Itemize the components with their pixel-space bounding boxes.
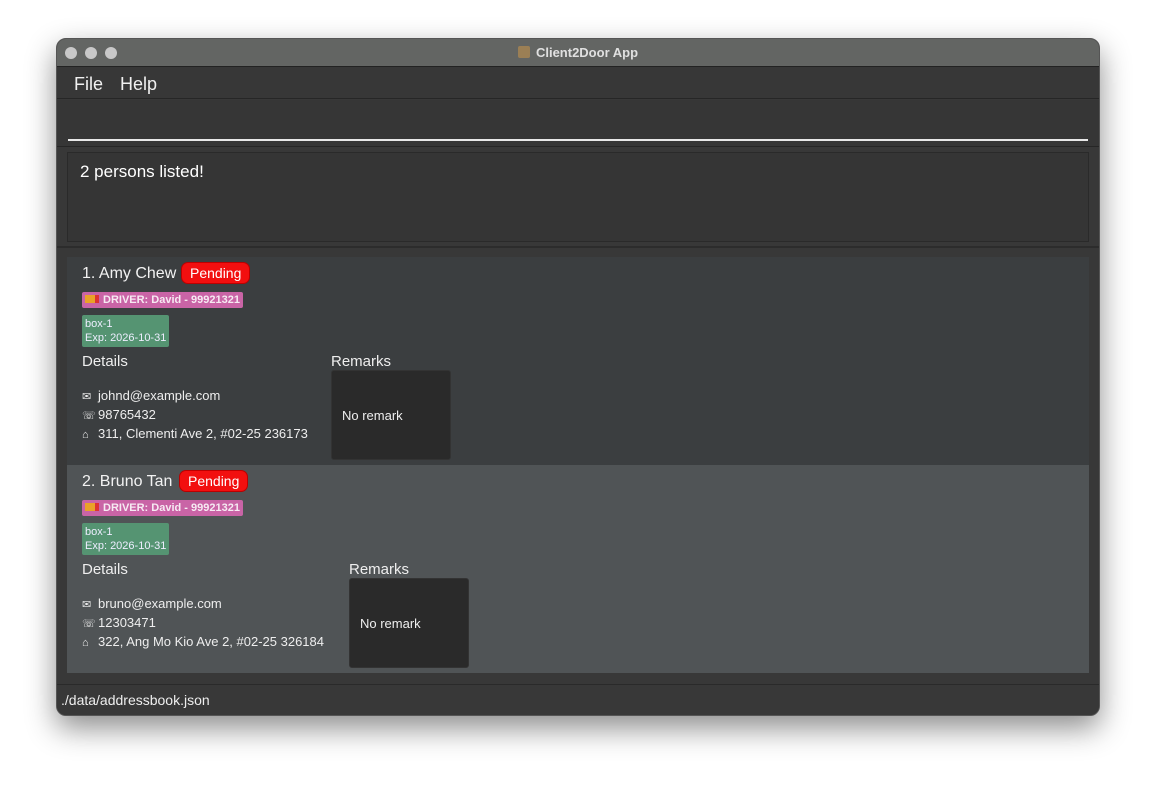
window-title-text: Client2Door App	[535, 45, 639, 60]
command-box[interactable]	[57, 100, 1099, 147]
email-icon: ✉	[82, 391, 92, 403]
remark-box: No remark	[349, 578, 469, 668]
driver-tag: DRIVER: David - 99921321	[82, 292, 243, 308]
address: 311, Clementi Ave 2, #02-25 236173	[98, 426, 308, 441]
save-file-path: ./data/addressbook.json	[61, 692, 210, 708]
home-icon: ⌂	[82, 429, 89, 441]
menu-bar: File Help	[57, 67, 1099, 99]
command-input-underline	[68, 139, 1088, 141]
box-name: box-1	[85, 318, 113, 330]
title-bar: Client2Door App	[57, 39, 1099, 67]
remark-box: No remark	[331, 370, 451, 460]
truck-icon	[85, 503, 99, 511]
result-text: 2 persons listed!	[80, 162, 204, 181]
person-list[interactable]: 1. Amy Chew Pending DRIVER: David - 9992…	[67, 257, 1089, 685]
remarks-label: Remarks	[331, 353, 392, 370]
box-expiry: Exp: 2026-10-31	[85, 540, 167, 552]
status-bar: ./data/addressbook.json	[57, 684, 1099, 715]
person-name: 1. Amy Chew	[82, 265, 177, 282]
person-name: 2. Bruno Tan	[82, 473, 173, 490]
box-name: box-1	[85, 526, 113, 538]
status-badge: Pending	[181, 262, 251, 284]
phone-icon: ☏	[82, 410, 96, 422]
details-label: Details	[82, 561, 128, 578]
email: johnd@example.com	[98, 388, 221, 403]
driver-text: DRIVER: David - 99921321	[103, 294, 240, 306]
menu-file[interactable]: File	[74, 74, 103, 95]
window-title: Client2Door App	[57, 45, 1099, 60]
status-badge: Pending	[179, 470, 249, 492]
person-card[interactable]: 1. Amy Chew Pending DRIVER: David - 9992…	[67, 257, 1089, 465]
menu-help[interactable]: Help	[120, 74, 157, 95]
address: 322, Ang Mo Kio Ave 2, #02-25 326184	[98, 634, 324, 649]
phone: 12303471	[98, 615, 156, 630]
result-display: 2 persons listed!	[67, 152, 1089, 242]
driver-text: DRIVER: David - 99921321	[103, 502, 240, 514]
app-window: Client2Door App File Help 2 persons list…	[56, 38, 1100, 716]
remark-text: No remark	[342, 408, 403, 423]
remark-text: No remark	[360, 616, 421, 631]
person-card[interactable]: 2. Bruno Tan Pending DRIVER: David - 999…	[67, 465, 1089, 673]
box-tag: box-1 Exp: 2026-10-31	[82, 523, 170, 555]
truck-icon	[85, 295, 99, 303]
remarks-label: Remarks	[349, 561, 410, 578]
email-icon: ✉	[82, 599, 92, 611]
box-expiry: Exp: 2026-10-31	[85, 332, 167, 344]
details-label: Details	[82, 353, 128, 370]
phone-icon: ☏	[82, 618, 96, 630]
box-tag: box-1 Exp: 2026-10-31	[82, 315, 170, 347]
app-icon	[517, 46, 530, 58]
home-icon: ⌂	[82, 637, 89, 649]
phone: 98765432	[98, 407, 156, 422]
divider	[57, 246, 1099, 248]
driver-tag: DRIVER: David - 99921321	[82, 500, 243, 516]
email: bruno@example.com	[98, 596, 222, 611]
